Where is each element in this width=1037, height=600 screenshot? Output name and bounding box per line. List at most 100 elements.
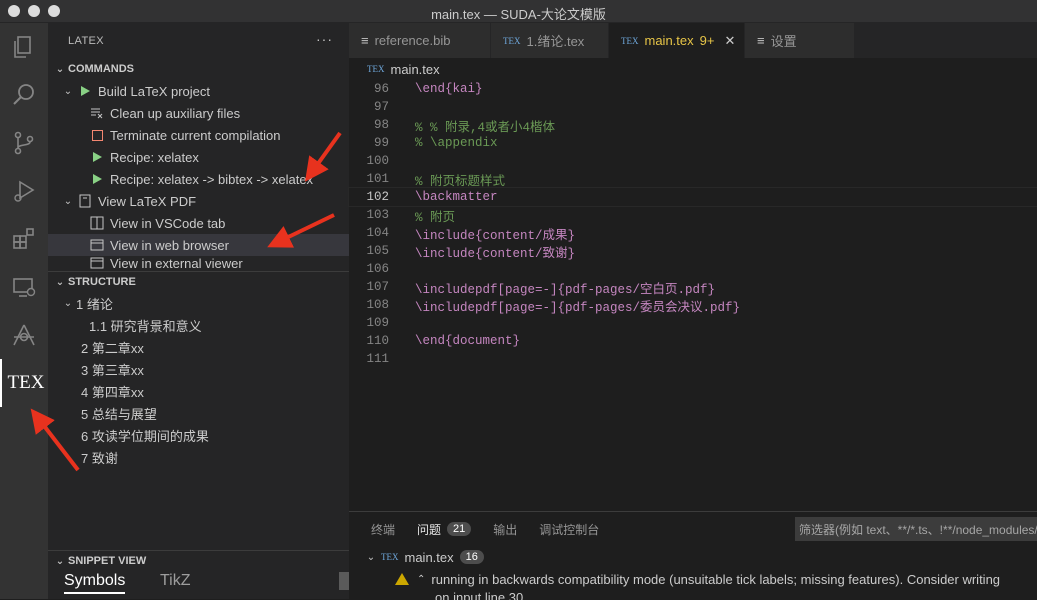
- commands-header-label: COMMANDS: [68, 63, 134, 75]
- structure-item[interactable]: 6 攻读学位期间的成果: [48, 424, 349, 446]
- scrollbar-thumb[interactable]: [339, 572, 349, 590]
- snippet-tab-symbols[interactable]: Symbols: [64, 572, 126, 594]
- chevron-up-icon: ⌃: [417, 573, 426, 585]
- structure-label: 4 第四章xx: [81, 384, 144, 400]
- line-number: 99: [373, 136, 389, 150]
- line-number: 100: [366, 154, 389, 168]
- code-text: % % 附录,4或者小4楷体: [415, 120, 556, 135]
- line-number: 109: [366, 316, 389, 330]
- source-control-icon[interactable]: [0, 119, 48, 167]
- structure-item[interactable]: 7 致谢: [48, 446, 349, 468]
- command-recipe-xelatex[interactable]: Recipe: xelatex: [48, 146, 349, 168]
- structure-label: 1.1 研究背景和意义: [89, 318, 202, 334]
- structure-item[interactable]: 5 总结与展望: [48, 402, 349, 424]
- line-number: 97: [373, 100, 389, 114]
- chevron-down-icon: ⌄: [55, 276, 65, 288]
- chevron-down-icon: ⌄: [55, 63, 65, 75]
- remote-explorer-icon[interactable]: [0, 263, 48, 311]
- line-number: 101: [366, 172, 389, 186]
- command-terminate[interactable]: Terminate current compilation: [48, 124, 349, 146]
- tab-debug-console[interactable]: 调试控制台: [539, 521, 599, 538]
- snippet-section-header[interactable]: ⌄ SNIPPET VIEW: [48, 551, 349, 571]
- line-number: 104: [366, 226, 389, 240]
- code-line[interactable]: 104 \include{content/成果}: [349, 224, 1037, 243]
- command-build-project[interactable]: ⌄ Build LaTeX project: [48, 80, 349, 102]
- code-line[interactable]: 106: [349, 260, 1037, 278]
- command-label: View LaTeX PDF: [98, 193, 197, 209]
- problems-file-row[interactable]: ⌄ TEX main.tex 16: [349, 546, 1037, 568]
- panel-tab-label: 调试控制台: [539, 522, 600, 537]
- tab-settings[interactable]: ≡ 设置: [745, 23, 855, 58]
- problem-item[interactable]: ⌃ running in backwards compatibility mod…: [349, 568, 1037, 590]
- problems-file-badge: 16: [459, 550, 484, 564]
- extensions-icon[interactable]: [0, 215, 48, 263]
- code-line[interactable]: 108 \includepdf[page=-]{pdf-pages/委员会决议.p…: [349, 296, 1037, 315]
- tab-output[interactable]: 输出: [493, 521, 517, 538]
- code-line[interactable]: 101 % 附页标题样式: [349, 170, 1037, 189]
- tab-main-tex[interactable]: TEX main.tex 9+ ✕: [609, 23, 745, 58]
- git-graph-icon[interactable]: [0, 311, 48, 359]
- problems-count-badge: 9+: [699, 33, 715, 48]
- code-text: \includepdf[page=-]{pdf-pages/空白页.pdf}: [415, 282, 716, 297]
- structure-item[interactable]: 1.1 研究背景和意义: [48, 314, 349, 336]
- tab-problems[interactable]: 问题 21: [417, 521, 472, 538]
- search-icon[interactable]: [0, 71, 48, 119]
- stop-icon: [88, 129, 106, 141]
- code-text: % \appendix: [415, 136, 498, 150]
- code-line[interactable]: 107 \includepdf[page=-]{pdf-pages/空白页.pdf…: [349, 278, 1037, 297]
- command-clean-aux[interactable]: Clean up auxiliary files: [48, 102, 349, 124]
- code-line[interactable]: 99 % \appendix: [349, 134, 1037, 152]
- structure-item[interactable]: 3 第三章xx: [48, 358, 349, 380]
- command-view-pdf[interactable]: ⌄ View LaTeX PDF: [48, 190, 349, 212]
- code-line[interactable]: 102 \backmatter: [348, 187, 1037, 207]
- snippet-tab-tikz[interactable]: TikZ: [160, 572, 191, 590]
- structure-item[interactable]: 2 第二章xx: [48, 336, 349, 358]
- line-number: 108: [366, 298, 389, 312]
- tex-icon[interactable]: TEX: [0, 359, 50, 407]
- command-recipe-xelatex-bibtex[interactable]: Recipe: xelatex -> bibtex -> xelatex: [48, 168, 349, 190]
- run-debug-icon[interactable]: [0, 167, 48, 215]
- code-line[interactable]: 109: [349, 314, 1037, 332]
- warning-icon: [395, 573, 409, 585]
- split-editor-icon: [88, 216, 106, 230]
- more-actions-icon[interactable]: ···: [316, 31, 333, 47]
- code-line[interactable]: 97: [349, 98, 1037, 116]
- list-icon: ≡: [757, 33, 765, 48]
- code-line[interactable]: 105 \include{content/致谢}: [349, 242, 1037, 261]
- explorer-icon[interactable]: [0, 23, 48, 71]
- structure-item[interactable]: 4 第四章xx: [48, 380, 349, 402]
- code-editor[interactable]: 96 \end{kai} 97 98 % % 附录,4或者小4楷体 99 % \append…: [348, 80, 1037, 368]
- tex-file-icon: TEX: [621, 35, 639, 46]
- structure-item[interactable]: ⌄ 1 绪论: [48, 292, 349, 314]
- command-view-external[interactable]: View in external viewer: [48, 256, 349, 270]
- line-number: 96: [373, 82, 389, 96]
- code-line[interactable]: 100: [349, 152, 1037, 170]
- close-icon[interactable]: ✕: [724, 33, 735, 49]
- code-line[interactable]: 111: [349, 350, 1037, 368]
- breadcrumb[interactable]: TEX main.tex: [349, 58, 1037, 80]
- tab-reference-bib[interactable]: ≡ reference.bib: [349, 23, 491, 58]
- command-label: View in external viewer: [110, 256, 243, 270]
- editor-tabs: ≡ reference.bib TEX 1.绪论.tex TEX main.te…: [349, 23, 1037, 58]
- chevron-down-icon: ⌄: [63, 85, 73, 97]
- tab-terminal[interactable]: 终端: [371, 521, 395, 538]
- command-view-vscode-tab[interactable]: View in VSCode tab: [48, 212, 349, 234]
- code-line[interactable]: 96 \end{kai}: [349, 80, 1037, 98]
- structure-label: 6 攻读学位期间的成果: [81, 428, 209, 444]
- code-line[interactable]: 110 \end{document}: [349, 332, 1037, 350]
- code-text: \include{content/成果}: [415, 228, 576, 243]
- play-icon: [88, 152, 106, 162]
- tab-label: reference.bib: [374, 33, 451, 48]
- code-line[interactable]: 103 % 附页: [349, 206, 1037, 225]
- code-line[interactable]: 98 % % 附录,4或者小4楷体: [349, 116, 1037, 135]
- command-view-web-browser[interactable]: View in web browser: [48, 234, 349, 256]
- tab-intro-tex[interactable]: TEX 1.绪论.tex: [491, 23, 609, 58]
- structure-section-header[interactable]: ⌄ STRUCTURE: [48, 272, 349, 292]
- command-label: Recipe: xelatex -> bibtex -> xelatex: [110, 171, 314, 187]
- problems-badge: 21: [447, 522, 472, 536]
- commands-section-header[interactable]: ⌄ COMMANDS: [48, 58, 349, 80]
- chevron-down-icon: ⌄: [63, 195, 73, 207]
- window-title: main.tex — SUDA-大论文模版: [431, 7, 606, 22]
- problems-filter-input[interactable]: 筛选器(例如 text、**/*.ts、!**/node_modules/**): [795, 517, 1037, 541]
- browser-icon: [88, 238, 106, 252]
